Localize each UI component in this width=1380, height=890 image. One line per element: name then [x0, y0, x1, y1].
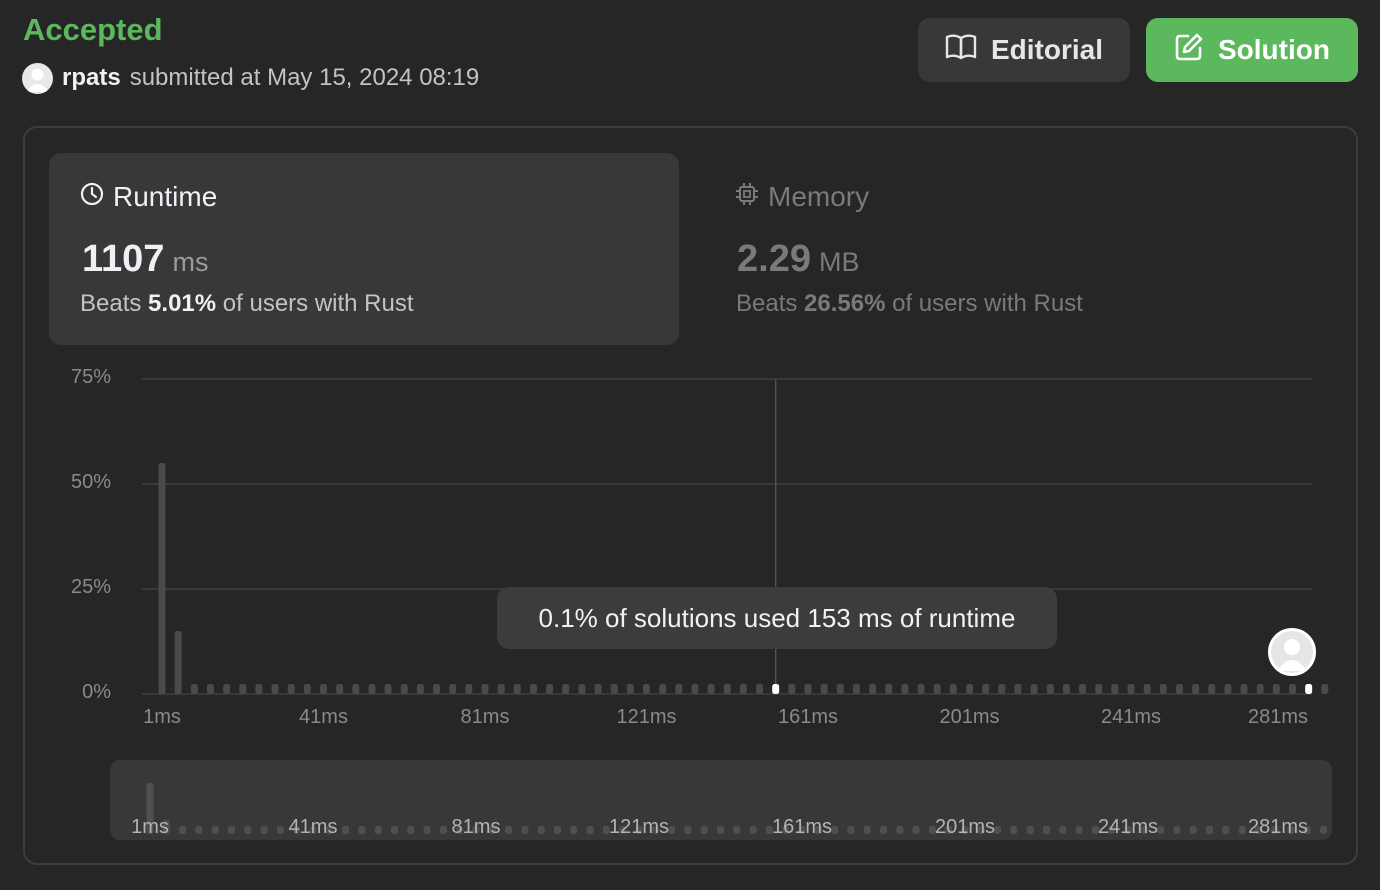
- minimap-canvas: [146, 782, 1328, 834]
- x-tick-label: 161ms: [777, 706, 839, 728]
- x-tick-label: 81ms: [460, 706, 510, 728]
- minimap-bar: [717, 826, 724, 834]
- minimap-bar: [423, 826, 431, 834]
- minimap-bar: [391, 826, 398, 834]
- minimap-bar: [537, 826, 545, 834]
- x-tick-label: 41ms: [299, 706, 348, 728]
- minimap-bar: [1320, 826, 1328, 834]
- y-tick-label: 75%: [70, 366, 111, 388]
- minimap-bar: [847, 826, 855, 834]
- minimap-bar: [1222, 826, 1230, 834]
- minimap-bar: [896, 826, 904, 834]
- x-tick-label: 201ms: [939, 706, 1000, 728]
- minimap-tick-label: 41ms: [288, 816, 338, 838]
- y-tick-label: 25%: [70, 576, 111, 598]
- minimap-bar: [260, 826, 268, 834]
- minimap-bar: [1189, 826, 1197, 834]
- minimap-bar: [749, 826, 757, 834]
- minimap-bar: [1026, 826, 1034, 834]
- minimap-bar: [831, 826, 839, 834]
- x-tick-label: 281ms: [1247, 706, 1309, 728]
- minimap-bar: [700, 826, 708, 834]
- minimap-bar: [684, 826, 692, 834]
- minimap-bar: [521, 826, 529, 834]
- minimap-bar: [668, 826, 676, 834]
- minimap-bar: [179, 826, 187, 834]
- minimap-bar: [570, 826, 578, 834]
- minimap-bar: [1206, 826, 1213, 834]
- x-tick-label: 1ms: [143, 706, 181, 728]
- minimap-tick-label: 281ms: [1247, 816, 1309, 838]
- minimap-bar: [1173, 826, 1181, 834]
- minimap-bar: [358, 826, 366, 834]
- minimap-bar: [1010, 826, 1018, 834]
- minimap-bar: [505, 826, 513, 834]
- minimap-bar: [1075, 826, 1083, 834]
- minimap-bar: [1059, 826, 1067, 834]
- minimap-bar: [228, 826, 235, 834]
- x-tick-label: 121ms: [616, 706, 677, 728]
- minimap-bar: [195, 826, 203, 834]
- minimap-bar: [912, 826, 920, 834]
- minimap-bar: [276, 826, 284, 834]
- y-tick-label: 50%: [70, 471, 111, 493]
- minimap-tick-label: 121ms: [608, 816, 670, 838]
- minimap-bar: [586, 826, 594, 834]
- minimap-bar: [863, 826, 871, 834]
- minimap-tick-label: 1ms: [131, 816, 169, 838]
- minimap-bar: [211, 826, 219, 834]
- minimap-tick-label: 81ms: [451, 816, 501, 838]
- minimap-bar: [994, 826, 1002, 834]
- minimap-bar: [439, 826, 447, 834]
- minimap-tick-label: 161ms: [771, 816, 833, 838]
- minimap-tick-label: 241ms: [1097, 816, 1159, 838]
- minimap-bar: [733, 826, 741, 834]
- minimap-bar: [554, 826, 561, 834]
- x-tick-label: 241ms: [1100, 706, 1162, 728]
- minimap-bar: [342, 826, 350, 834]
- minimap-bar: [1238, 826, 1246, 834]
- minimap-bar: [244, 826, 252, 834]
- y-tick-label: 0%: [82, 681, 111, 703]
- minimap-bar: [374, 826, 382, 834]
- minimap-bar: [407, 826, 415, 834]
- minimap-bar: [880, 826, 887, 834]
- minimap-bar: [1157, 826, 1165, 834]
- minimap-bar: [1043, 826, 1050, 834]
- minimap-tick-label: 201ms: [934, 816, 996, 838]
